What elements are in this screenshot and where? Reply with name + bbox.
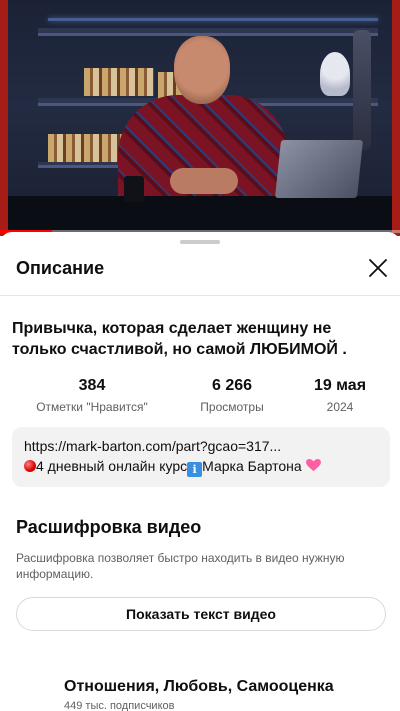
presenter-hands xyxy=(170,168,238,194)
author-text: Марка Бартона xyxy=(202,458,302,474)
laptop xyxy=(274,140,364,198)
close-icon xyxy=(369,259,387,277)
sheet-title: Описание xyxy=(16,258,105,278)
books xyxy=(84,68,154,96)
bust-sculpture xyxy=(320,52,350,96)
channel-subscribers: 449 тыс. подписчиков xyxy=(64,700,175,711)
divider xyxy=(0,295,400,296)
course-text: 4 дневный онлайн курс xyxy=(36,458,188,474)
description-line: 4 дневный онлайн курс i Марка Бартона xyxy=(24,456,378,477)
description-box[interactable]: https://mark-barton.com/part?gcao=317...… xyxy=(12,427,390,487)
date-stat: 19 мая 2024 xyxy=(292,376,388,416)
video-player[interactable] xyxy=(0,0,400,236)
views-label: Просмотры xyxy=(200,400,264,414)
drag-handle[interactable] xyxy=(180,240,220,244)
description-sheet: Описание Привычка, которая сделает женщи… xyxy=(0,232,400,711)
likes-stat: 384 Отметки "Нравится" xyxy=(28,376,156,416)
show-transcript-button[interactable]: Показать текст видео xyxy=(16,597,386,631)
mug xyxy=(124,176,144,202)
likes-label: Отметки "Нравится" xyxy=(36,400,148,414)
info-icon: i xyxy=(187,462,203,477)
video-title: Привычка, которая сделает женщину не тол… xyxy=(12,320,347,358)
transcript-title: Расшифровка видео xyxy=(16,517,202,537)
transcript-description: Расшифровка позволяет быстро находить в … xyxy=(16,551,345,581)
channel-name[interactable]: Отношения, Любовь, Самооценка xyxy=(64,678,334,696)
books xyxy=(48,134,126,162)
red-circle-icon xyxy=(24,460,36,472)
description-link[interactable]: https://mark-barton.com/part?gcao=317... xyxy=(24,436,378,456)
shelf-light xyxy=(48,18,378,21)
video-frame xyxy=(8,0,392,236)
publish-year: 2024 xyxy=(326,400,354,414)
publish-date: 19 мая xyxy=(313,377,367,394)
heart-icon xyxy=(305,459,321,472)
views-stat: 6 266 Просмотры xyxy=(172,376,292,416)
close-button[interactable] xyxy=(364,254,392,282)
shelf xyxy=(38,28,378,36)
likes-count: 384 xyxy=(78,377,106,394)
lamp xyxy=(353,30,371,150)
views-count: 6 266 xyxy=(211,377,253,394)
presenter-head xyxy=(174,36,230,104)
